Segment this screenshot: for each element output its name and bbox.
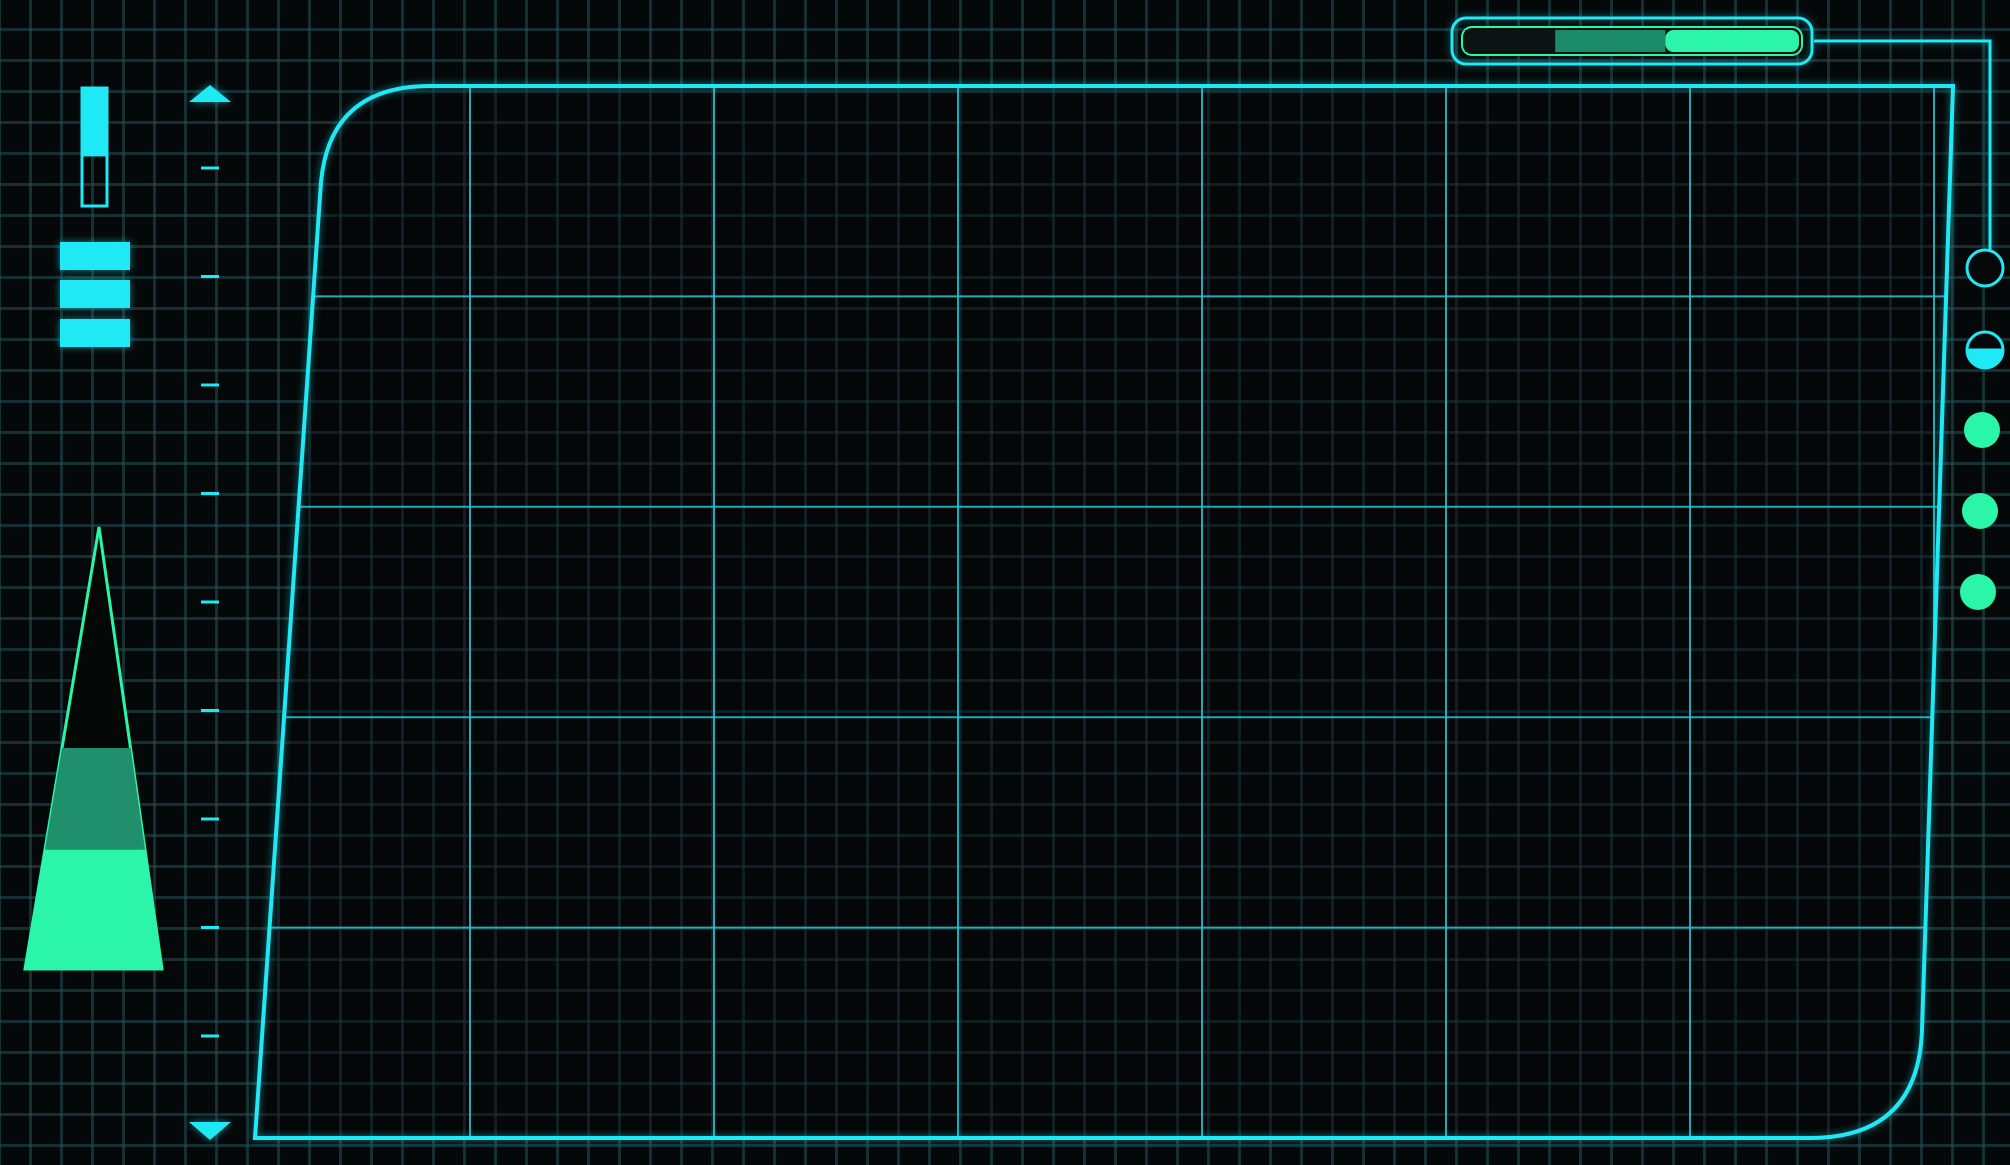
left-tick-scale[interactable] — [189, 85, 231, 1140]
dot-indicator-shape — [1960, 574, 1996, 610]
dot-indicator-shape — [1964, 412, 2000, 448]
left-small-gauge — [80, 86, 109, 208]
triangle-up-icon[interactable] — [189, 85, 231, 102]
menu-bar-1 — [60, 242, 130, 270]
dot-indicator-icon[interactable] — [1962, 493, 1998, 529]
small-gauge-fill — [82, 88, 107, 157]
hud-screen — [0, 0, 2010, 1165]
cone-gauge-dim-band — [44, 748, 145, 850]
ring-indicator-shape — [1965, 248, 2005, 288]
left-cone-gauge — [23, 526, 164, 971]
dot-indicator-icon[interactable] — [1960, 574, 1996, 610]
progress-segment-bright — [1665, 30, 1799, 52]
hamburger-menu-icon[interactable] — [60, 242, 130, 347]
progress-bar-segments — [1465, 30, 1799, 52]
hud-overlay — [23, 16, 2005, 1140]
menu-bar-2 — [60, 280, 130, 308]
triangle-down-icon[interactable] — [189, 1122, 231, 1140]
main-grid-panel — [252, 84, 1956, 1140]
half-circle-indicator-icon[interactable] — [1965, 330, 2005, 370]
dot-indicator-shape — [1962, 493, 1998, 529]
scale-ticks — [201, 166, 219, 1038]
progress-segment-dim — [1555, 30, 1666, 52]
panel-backdrop — [255, 86, 1953, 1138]
progress-segment-empty — [1465, 30, 1556, 52]
menu-bar-3 — [60, 319, 130, 347]
cone-gauge-bright-fill — [25, 849, 162, 969]
half-indicator-fill — [1967, 350, 2003, 368]
right-indicator-column — [1960, 248, 2005, 610]
ring-indicator-icon[interactable] — [1965, 248, 2005, 288]
dot-indicator-icon[interactable] — [1964, 412, 2000, 448]
